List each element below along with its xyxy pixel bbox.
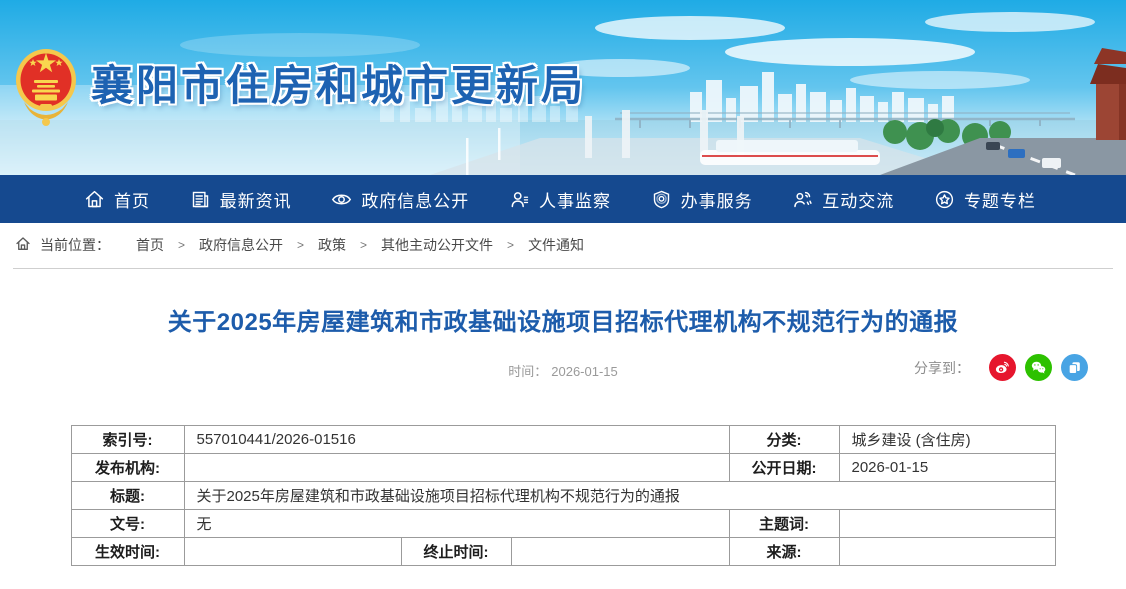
- nav-item-services[interactable]: 办事服务: [651, 187, 753, 212]
- person-icon: [509, 189, 530, 210]
- nav-item-label: 最新资讯: [220, 187, 292, 212]
- chat-icon: [792, 189, 813, 210]
- nav-item-label: 政府信息公开: [361, 187, 469, 212]
- expiry-date-value: [511, 538, 729, 566]
- breadcrumb: 当前位置： 首页 > 政府信息公开 > 政策 > 其他主动公开文件 > 文件通知: [13, 223, 1113, 269]
- site-title: 襄阳市住房和城市更新局: [91, 63, 586, 109]
- news-icon: [190, 189, 211, 210]
- nav-item-label: 互动交流: [822, 187, 894, 212]
- page: 襄阳市住房和城市更新局 首页 最新资讯 政府信息公开 人事监察 办事服务 互动交…: [0, 0, 1126, 589]
- breadcrumb-item-home[interactable]: 首页: [136, 235, 164, 255]
- effective-date-value: [184, 538, 401, 566]
- source-label: 来源:: [729, 538, 839, 566]
- nav-item-label: 专题专栏: [964, 187, 1036, 212]
- agency-value: [184, 454, 729, 482]
- expiry-date-label: 终止时间:: [401, 538, 511, 566]
- docno-label: 文号:: [71, 510, 184, 538]
- article-meta: 时间： 2026-01-15 分享到：: [0, 353, 1126, 383]
- eye-icon: [331, 189, 352, 210]
- share-weibo-button[interactable]: [989, 354, 1016, 381]
- home-icon: [15, 236, 40, 255]
- source-value: [839, 538, 1055, 566]
- star-icon: [934, 189, 955, 210]
- pubdate-value: 2026-01-15: [839, 454, 1055, 482]
- category-value: 城乡建设 (含住房): [839, 426, 1055, 454]
- table-row: 生效时间: 终止时间: 来源:: [71, 538, 1055, 566]
- nav-item-personnel[interactable]: 人事监察: [509, 187, 611, 212]
- title-label: 标题:: [71, 482, 184, 510]
- nav-item-interaction[interactable]: 互动交流: [792, 187, 894, 212]
- breadcrumb-item-info-disclosure[interactable]: 政府信息公开: [199, 235, 283, 255]
- time-label: 时间：: [508, 364, 547, 379]
- nav-item-label: 办事服务: [681, 187, 753, 212]
- title-value: 关于2025年房屋建筑和市政基础设施项目招标代理机构不规范行为的通报: [184, 482, 1055, 510]
- nav-item-info-disclosure[interactable]: 政府信息公开: [331, 187, 469, 212]
- wechat-icon: [1030, 359, 1047, 376]
- docno-value: 无: [184, 510, 729, 538]
- agency-label: 发布机构:: [71, 454, 184, 482]
- share-label: 分享到：: [914, 358, 970, 378]
- nav-item-news[interactable]: 最新资讯: [190, 187, 292, 212]
- keywords-label: 主题词:: [729, 510, 839, 538]
- index-number-label: 索引号:: [71, 426, 184, 454]
- document-info-table: 索引号: 557010441/2026-01516 分类: 城乡建设 (含住房)…: [71, 425, 1056, 566]
- share-wechat-button[interactable]: [1025, 354, 1052, 381]
- breadcrumb-separator: >: [297, 238, 304, 252]
- breadcrumb-item-document-notice[interactable]: 文件通知: [528, 235, 584, 255]
- share-bar: 分享到：: [914, 354, 1088, 381]
- breadcrumb-item-policy[interactable]: 政策: [318, 235, 346, 255]
- table-row: 发布机构: 公开日期: 2026-01-15: [71, 454, 1055, 482]
- breadcrumb-label: 当前位置：: [40, 235, 110, 255]
- breadcrumb-separator: >: [360, 238, 367, 252]
- time-value: 2026-01-15: [551, 364, 618, 379]
- nav-item-home[interactable]: 首页: [84, 187, 150, 212]
- keywords-value: [839, 510, 1055, 538]
- nav-item-label: 人事监察: [539, 187, 611, 212]
- badge-icon: [651, 189, 672, 210]
- share-copy-button[interactable]: [1061, 354, 1088, 381]
- weibo-icon: [994, 359, 1011, 376]
- table-row: 文号: 无 主题词:: [71, 510, 1055, 538]
- site-banner: 襄阳市住房和城市更新局: [0, 0, 1126, 175]
- nav-item-special-columns[interactable]: 专题专栏: [934, 187, 1036, 212]
- copy-icon: [1066, 359, 1083, 376]
- main-navbar: 首页 最新资讯 政府信息公开 人事监察 办事服务 互动交流 专题专栏: [0, 175, 1126, 223]
- breadcrumb-separator: >: [178, 238, 185, 252]
- category-label: 分类:: [729, 426, 839, 454]
- breadcrumb-item-other-public-docs[interactable]: 其他主动公开文件: [381, 235, 493, 255]
- article-title: 关于2025年房屋建筑和市政基础设施项目招标代理机构不规范行为的通报: [40, 302, 1086, 337]
- pubdate-label: 公开日期:: [729, 454, 839, 482]
- breadcrumb-separator: >: [507, 238, 514, 252]
- table-row: 索引号: 557010441/2026-01516 分类: 城乡建设 (含住房): [71, 426, 1055, 454]
- table-row: 标题: 关于2025年房屋建筑和市政基础设施项目招标代理机构不规范行为的通报: [71, 482, 1055, 510]
- effective-date-label: 生效时间:: [71, 538, 184, 566]
- index-number-value: 557010441/2026-01516: [184, 426, 729, 454]
- home-icon: [84, 189, 105, 210]
- nav-item-label: 首页: [114, 187, 150, 212]
- national-emblem: [14, 44, 78, 128]
